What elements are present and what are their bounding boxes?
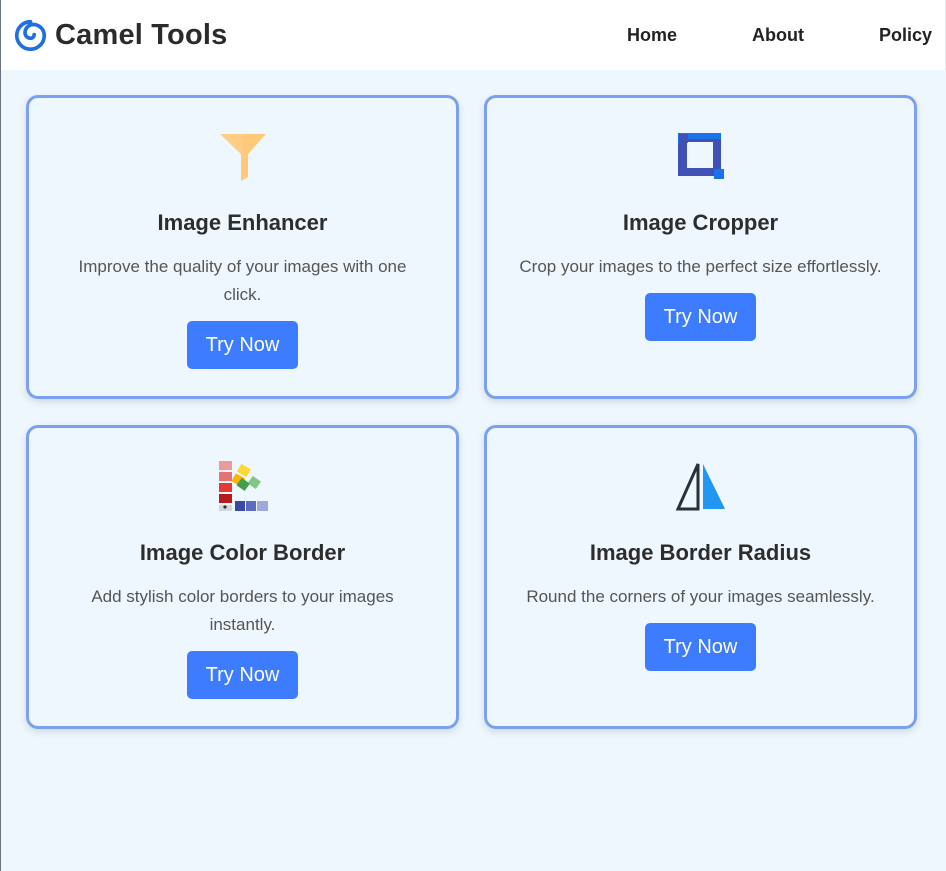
main-nav: Home About Policy — [627, 25, 932, 46]
tool-card-image-enhancer: Image Enhancer Improve the quality of yo… — [26, 95, 459, 399]
cyclone-icon — [14, 19, 47, 51]
brand-name: Camel Tools — [55, 18, 228, 51]
try-now-button[interactable]: Try Now — [644, 293, 757, 341]
funnel-icon — [219, 134, 266, 181]
nav-policy-link[interactable]: Policy — [879, 25, 932, 46]
card-title: Image Border Radius — [589, 540, 812, 565]
site-header: Camel Tools Home About Policy — [1, 0, 946, 70]
brand[interactable]: Camel Tools — [14, 19, 227, 52]
reflect-triangle-icon — [675, 463, 725, 511]
nav-about-link[interactable]: About — [752, 25, 804, 46]
nav-home-link[interactable]: Home — [627, 25, 677, 46]
card-description: Round the corners of your images seamles… — [526, 587, 875, 606]
card-title: Image Enhancer — [157, 210, 328, 235]
card-title: Image Cropper — [622, 210, 779, 235]
tool-card-image-color-border: Image Color Border Add stylish color bor… — [26, 425, 459, 729]
card-description: Add stylish color borders to your images… — [91, 587, 394, 634]
crop-icon — [677, 133, 724, 179]
try-now-button[interactable]: Try Now — [186, 321, 299, 369]
card-description: Crop your images to the perfect size eff… — [519, 257, 882, 276]
card-title: Image Color Border — [139, 540, 346, 565]
color-palette-icon — [218, 461, 268, 511]
try-now-button[interactable]: Try Now — [186, 651, 299, 699]
tool-card-image-border-radius: Image Border Radius Round the corners of… — [484, 425, 917, 729]
tool-card-image-cropper: Image Cropper Crop your images to the pe… — [484, 95, 917, 399]
tools-grid: Image Enhancer Improve the quality of yo… — [26, 95, 917, 729]
card-description: Improve the quality of your images with … — [78, 257, 407, 304]
try-now-button[interactable]: Try Now — [644, 623, 757, 671]
